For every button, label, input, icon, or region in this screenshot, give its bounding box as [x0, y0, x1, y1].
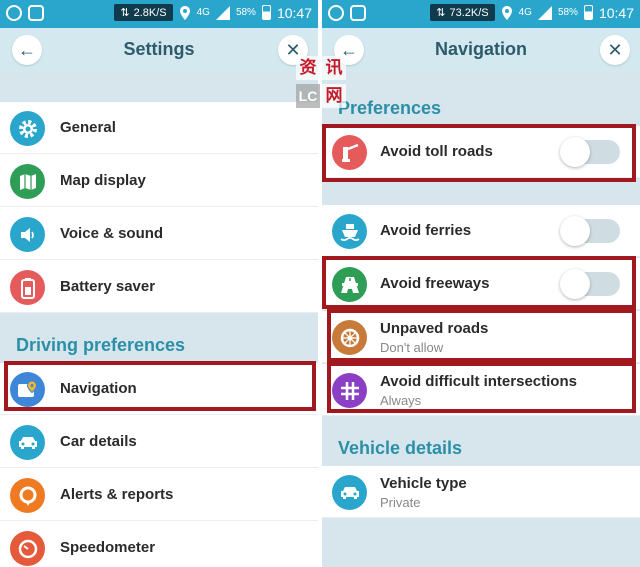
navigation-header: ← Navigation ✕	[322, 28, 640, 72]
pref-item-unpaved-roads[interactable]: Unpaved roads Don't allow	[322, 311, 640, 363]
navigation-screen: ⇅ 73.2K/S 4G 58% 10:47 ← Navigation ✕ Pr…	[322, 0, 640, 567]
settings-item-general[interactable]: General	[0, 102, 318, 154]
waze-notification-icon	[328, 5, 344, 21]
battery-icon	[583, 5, 593, 20]
car-icon	[10, 425, 45, 460]
item-label: Battery saver	[60, 278, 156, 295]
pref-item-avoid-difficult-intersections[interactable]: Avoid difficult intersections Always	[322, 364, 640, 416]
page-title: Settings	[123, 39, 195, 59]
battery-icon	[261, 5, 271, 20]
toll-roads-toggle[interactable]	[560, 137, 620, 167]
close-icon: ✕	[285, 39, 301, 60]
ferries-toggle[interactable]	[560, 216, 620, 246]
ferry-icon	[332, 214, 367, 249]
alert-icon	[10, 478, 45, 513]
pref-item-avoid-ferries[interactable]: Avoid ferries	[322, 205, 640, 257]
section-title-driving-preferences: Driving preferences	[16, 335, 186, 355]
item-label: Avoid difficult intersections	[380, 373, 577, 390]
section-title-vehicle-details: Vehicle details	[338, 438, 463, 458]
battery-percent: 58%	[557, 7, 578, 18]
battery-percent: 58%	[235, 7, 256, 18]
item-value: Private	[380, 495, 421, 510]
settings-item-alerts-reports[interactable]: Alerts & reports	[0, 469, 318, 521]
toggle-knob	[560, 269, 590, 299]
waze-notification-icon	[6, 5, 22, 21]
item-label: Avoid freeways	[380, 275, 490, 292]
item-label: Avoid toll roads	[380, 143, 493, 160]
toll-icon	[332, 135, 367, 170]
item-value: Don't allow	[380, 340, 444, 355]
car-icon	[332, 475, 367, 510]
settings-screen: ⇅ 2.8K/S 4G 58% 10:47 ← Settings ✕ Gener…	[0, 0, 318, 567]
close-icon: ✕	[607, 39, 623, 60]
settings-item-map-display[interactable]: Map display	[0, 155, 318, 207]
close-button[interactable]: ✕	[278, 35, 308, 65]
close-button[interactable]: ✕	[600, 35, 630, 65]
settings-item-battery-saver[interactable]: Battery saver	[0, 261, 318, 313]
wheel-icon	[332, 320, 367, 355]
toggle-knob	[560, 216, 590, 246]
map-icon	[10, 164, 45, 199]
network-type: 4G	[196, 7, 210, 18]
intersection-icon	[332, 373, 367, 408]
pref-item-avoid-freeways[interactable]: Avoid freeways	[322, 258, 640, 310]
item-label: Alerts & reports	[60, 486, 174, 503]
settings-item-navigation[interactable]: Navigation	[0, 363, 318, 415]
network-speed: ⇅ 2.8K/S	[114, 4, 173, 21]
pref-item-vehicle-type[interactable]: Vehicle type Private	[322, 466, 640, 518]
image-notification-icon	[28, 5, 44, 21]
item-label: Speedometer	[60, 539, 156, 556]
clock: 10:47	[598, 4, 634, 21]
battery-icon	[10, 270, 45, 305]
speedometer-icon	[10, 531, 45, 566]
pref-item-avoid-toll-roads[interactable]: Avoid toll roads	[322, 126, 640, 178]
speed-text: 73.2K/S	[449, 6, 489, 19]
section-title-preferences: Preferences	[338, 98, 442, 118]
freeway-icon	[332, 267, 367, 302]
network-speed: ⇅ 73.2K/S	[430, 4, 495, 21]
speaker-icon	[10, 217, 45, 252]
location-icon	[501, 5, 512, 20]
settings-item-car-details[interactable]: Car details	[0, 416, 318, 468]
signal-icon	[537, 5, 552, 20]
status-bar: ⇅ 2.8K/S 4G 58% 10:47	[0, 0, 318, 28]
settings-header: ← Settings ✕	[0, 28, 318, 72]
item-label: Car details	[60, 433, 137, 450]
item-label: Map display	[60, 172, 146, 189]
settings-item-voice-sound[interactable]: Voice & sound	[0, 208, 318, 260]
speed-text: 2.8K/S	[133, 6, 167, 19]
page-title: Navigation	[434, 39, 527, 59]
item-value: Always	[380, 393, 422, 408]
freeways-toggle[interactable]	[560, 269, 620, 299]
header-gap	[0, 72, 318, 102]
gear-icon	[10, 111, 45, 146]
item-label: Unpaved roads	[380, 320, 489, 337]
navigation-map-icon	[10, 372, 45, 407]
location-icon	[179, 5, 190, 20]
clock: 10:47	[276, 4, 312, 21]
item-label: Navigation	[60, 380, 137, 397]
settings-item-speedometer[interactable]: Speedometer	[0, 522, 318, 567]
signal-icon	[215, 5, 230, 20]
network-type: 4G	[518, 7, 532, 18]
item-label: Voice & sound	[60, 225, 164, 242]
item-label: Vehicle type	[380, 475, 467, 492]
toggle-knob	[560, 137, 590, 167]
status-bar: ⇅ 73.2K/S 4G 58% 10:47	[322, 0, 640, 28]
item-label: General	[60, 119, 116, 136]
item-label: Avoid ferries	[380, 222, 472, 239]
image-notification-icon	[350, 5, 366, 21]
